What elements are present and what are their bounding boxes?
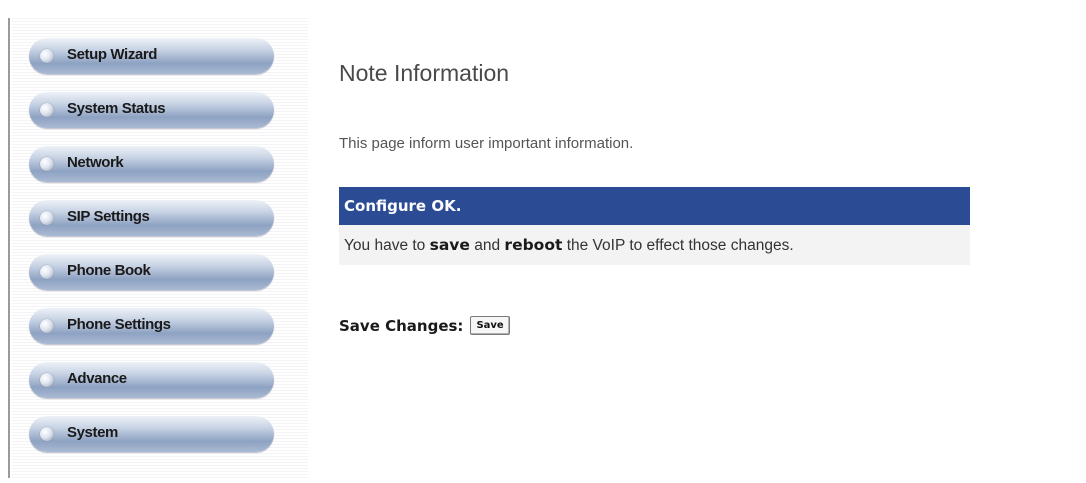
sidebar-item-label: System [67, 424, 118, 441]
message-box: Configure OK. You have to save and reboo… [339, 187, 970, 265]
sidebar-item-sip-settings[interactable]: SIP Settings [29, 200, 274, 236]
message-text: You have to [344, 237, 430, 254]
save-button[interactable]: Save [470, 316, 510, 335]
bullet-icon [40, 103, 54, 117]
sidebar-item-label: Phone Settings [67, 316, 171, 333]
sidebar-item-setup-wizard[interactable]: Setup Wizard [29, 38, 274, 74]
frame-divider [8, 18, 10, 478]
message-reboot-keyword: reboot [504, 236, 563, 254]
save-changes-row: Save Changes: Save [339, 316, 510, 335]
message-save-keyword: save [429, 236, 470, 254]
bullet-icon [40, 265, 54, 279]
sidebar: Setup Wizard System Status Network SIP S… [12, 18, 308, 478]
bullet-icon [40, 157, 54, 171]
bullet-icon [40, 211, 54, 225]
sidebar-item-label: Network [67, 154, 124, 171]
sidebar-item-label: System Status [67, 100, 166, 117]
sidebar-item-label: SIP Settings [67, 208, 150, 225]
sidebar-item-system-status[interactable]: System Status [29, 92, 274, 128]
bullet-icon [40, 373, 54, 387]
save-changes-label: Save Changes: [339, 316, 464, 335]
bullet-icon [40, 319, 54, 333]
sidebar-item-advance[interactable]: Advance [29, 362, 274, 398]
message-text: and [469, 237, 505, 254]
sidebar-item-label: Setup Wizard [67, 46, 158, 63]
page-description: This page inform user important informat… [339, 135, 634, 152]
bullet-icon [40, 49, 54, 63]
sidebar-item-phone-book[interactable]: Phone Book [29, 254, 274, 290]
sidebar-item-system[interactable]: System [29, 416, 274, 452]
message-header: Configure OK. [339, 187, 970, 225]
bullet-icon [40, 427, 54, 441]
message-body: You have to save and reboot the VoIP to … [339, 225, 970, 265]
message-text: the VoIP to effect those changes. [562, 237, 794, 254]
sidebar-item-label: Advance [67, 370, 127, 387]
sidebar-item-phone-settings[interactable]: Phone Settings [29, 308, 274, 344]
sidebar-item-network[interactable]: Network [29, 146, 274, 182]
sidebar-item-label: Phone Book [67, 262, 151, 279]
page-title: Note Information [339, 60, 510, 86]
